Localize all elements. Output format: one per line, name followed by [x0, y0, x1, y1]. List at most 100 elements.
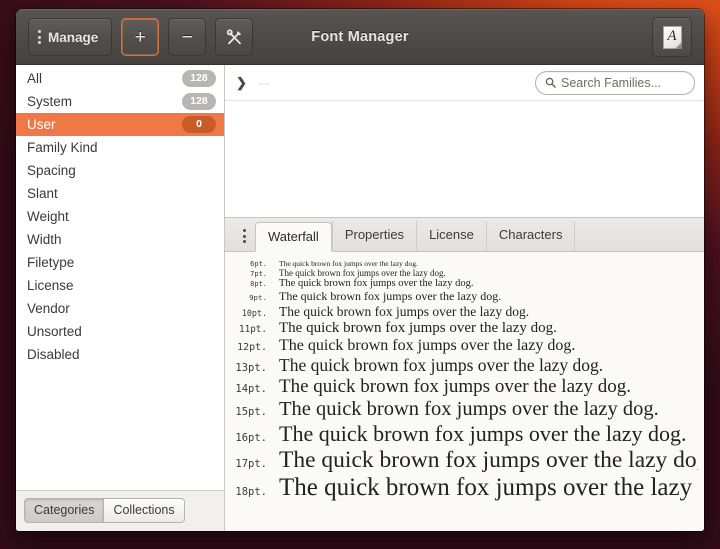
manage-button-label: Manage	[48, 30, 98, 45]
window-titlebar: Manage + −	[16, 9, 704, 65]
search-families-field[interactable]: Search Families...	[535, 71, 695, 95]
waterfall-size-label: 13pt.	[233, 362, 279, 374]
category-label: Family Kind	[27, 140, 182, 155]
category-row[interactable]: Family Kind	[16, 136, 224, 159]
sidebar-tab-collections[interactable]: Collections	[104, 498, 184, 523]
waterfall-sample-text: The quick brown fox jumps over the lazy …	[279, 355, 603, 376]
family-browser-list[interactable]	[225, 101, 704, 217]
chevron-right-icon[interactable]: ❯	[235, 75, 248, 91]
category-row[interactable]: Spacing	[16, 159, 224, 182]
waterfall-sample-text: The quick brown fox jumps over the lazy …	[279, 474, 698, 502]
family-placeholder-dash: —	[258, 76, 271, 90]
category-row[interactable]: All128	[16, 67, 224, 90]
waterfall-sample-text: The quick brown fox jumps over the lazy …	[279, 376, 631, 398]
waterfall-size-label: 14pt.	[233, 383, 279, 395]
waterfall-size-label: 7pt.	[233, 270, 279, 278]
category-label: User	[27, 117, 182, 132]
titlebar-left-toolbar: Manage + −	[28, 18, 253, 56]
sidebar: All128System128User0Family KindSpacingSl…	[16, 65, 225, 531]
waterfall-row: 11pt.The quick brown fox jumps over the …	[225, 320, 704, 337]
search-icon	[545, 77, 556, 88]
app-mode-button[interactable]: A	[652, 17, 692, 57]
tab-properties[interactable]: Properties	[332, 221, 416, 251]
vertical-dots-icon	[38, 30, 41, 44]
category-row[interactable]: Width	[16, 228, 224, 251]
category-row[interactable]: Vendor	[16, 297, 224, 320]
category-count-badge: 128	[182, 70, 216, 86]
waterfall-row: 6pt.The quick brown fox jumps over the l…	[225, 259, 704, 268]
category-row[interactable]: Weight	[16, 205, 224, 228]
waterfall-sample-text: The quick brown fox jumps over the lazy …	[279, 320, 557, 337]
waterfall-sample-text: The quick brown fox jumps over the lazy …	[279, 421, 687, 447]
preview-tabstrip: WaterfallPropertiesLicenseCharacters	[225, 218, 704, 252]
sidebar-mode-tabs: CategoriesCollections	[24, 498, 216, 523]
waterfall-size-label: 6pt.	[233, 260, 279, 268]
waterfall-size-label: 16pt.	[233, 432, 279, 444]
waterfall-size-label: 10pt.	[233, 308, 279, 318]
category-count-badge: 128	[182, 93, 216, 109]
waterfall-row: 9pt.The quick brown fox jumps over the l…	[225, 289, 704, 304]
waterfall-size-label: 9pt.	[233, 293, 279, 302]
titlebar-right-toolbar: A	[652, 17, 692, 57]
vertical-dots-icon	[243, 229, 246, 243]
waterfall-row: 8pt.The quick brown fox jumps over the l…	[225, 278, 704, 289]
waterfall-size-label: 8pt.	[233, 280, 279, 288]
waterfall-sample-text: The quick brown fox jumps over the lazy …	[279, 268, 446, 278]
category-row[interactable]: System128	[16, 90, 224, 113]
waterfall-sample-text: The quick brown fox jumps over the lazy …	[279, 289, 501, 304]
waterfall-row: 14pt.The quick brown fox jumps over the …	[225, 376, 704, 398]
waterfall-size-label: 15pt.	[233, 406, 279, 418]
waterfall-sample-text: The quick brown fox jumps over the lazy …	[279, 278, 474, 289]
font-manager-window: Manage + −	[16, 9, 704, 531]
waterfall-row: 7pt.The quick brown fox jumps over the l…	[225, 268, 704, 278]
search-families-placeholder: Search Families...	[561, 76, 661, 90]
category-label: Unsorted	[27, 324, 182, 339]
category-row[interactable]: Disabled	[16, 343, 224, 366]
manage-button[interactable]: Manage	[28, 18, 112, 56]
waterfall-size-label: 12pt.	[233, 342, 279, 353]
tools-button[interactable]	[215, 18, 253, 56]
waterfall-sample-text: The quick brown fox jumps over the lazy …	[279, 337, 575, 355]
waterfall-row: 18pt.The quick brown fox jumps over the …	[225, 474, 704, 502]
waterfall-row: 10pt.The quick brown fox jumps over the …	[225, 304, 704, 320]
waterfall-sample-text: The quick brown fox jumps over the lazy …	[279, 447, 698, 474]
tab-options-menu-button[interactable]	[233, 221, 255, 251]
family-browser: ❯ — Search Families...	[225, 65, 704, 218]
minus-icon: −	[182, 28, 193, 47]
category-label: Weight	[27, 209, 182, 224]
waterfall-sample-text: The quick brown fox jumps over the lazy …	[279, 398, 659, 421]
remove-font-button[interactable]: −	[168, 18, 206, 56]
category-row[interactable]: User0	[16, 113, 224, 136]
waterfall-row: 16pt.The quick brown fox jumps over the …	[225, 421, 704, 447]
category-label: All	[27, 71, 182, 86]
content-pane: ❯ — Search Families...	[225, 65, 704, 531]
category-label: Slant	[27, 186, 182, 201]
tab-waterfall[interactable]: Waterfall	[255, 222, 332, 252]
category-row[interactable]: License	[16, 274, 224, 297]
waterfall-sample-text: The quick brown fox jumps over the lazy …	[279, 259, 418, 268]
hammer-wrench-icon	[225, 28, 244, 47]
plus-icon: +	[135, 28, 146, 47]
font-page-icon: A	[663, 26, 682, 49]
category-list[interactable]: All128System128User0Family KindSpacingSl…	[16, 65, 224, 490]
category-row[interactable]: Unsorted	[16, 320, 224, 343]
category-label: License	[27, 278, 182, 293]
add-font-button[interactable]: +	[121, 18, 159, 56]
waterfall-size-label: 18pt.	[233, 486, 279, 498]
waterfall-preview: 6pt.The quick brown fox jumps over the l…	[225, 252, 704, 531]
category-label: Disabled	[27, 347, 182, 362]
tab-characters[interactable]: Characters	[486, 221, 576, 251]
category-row[interactable]: Slant	[16, 182, 224, 205]
category-label: Width	[27, 232, 182, 247]
category-row[interactable]: Filetype	[16, 251, 224, 274]
family-browser-header: ❯ — Search Families...	[225, 65, 704, 101]
waterfall-size-label: 11pt.	[233, 324, 279, 335]
desktop-background: Manage + −	[0, 0, 720, 549]
window-body: All128System128User0Family KindSpacingSl…	[16, 65, 704, 531]
waterfall-sample-text: The quick brown fox jumps over the lazy …	[279, 304, 529, 320]
font-page-icon-letter: A	[667, 29, 676, 44]
waterfall-row: 17pt.The quick brown fox jumps over the …	[225, 447, 704, 474]
tab-license[interactable]: License	[416, 221, 486, 251]
sidebar-tab-categories[interactable]: Categories	[24, 498, 104, 523]
sidebar-footer: CategoriesCollections	[16, 490, 224, 531]
